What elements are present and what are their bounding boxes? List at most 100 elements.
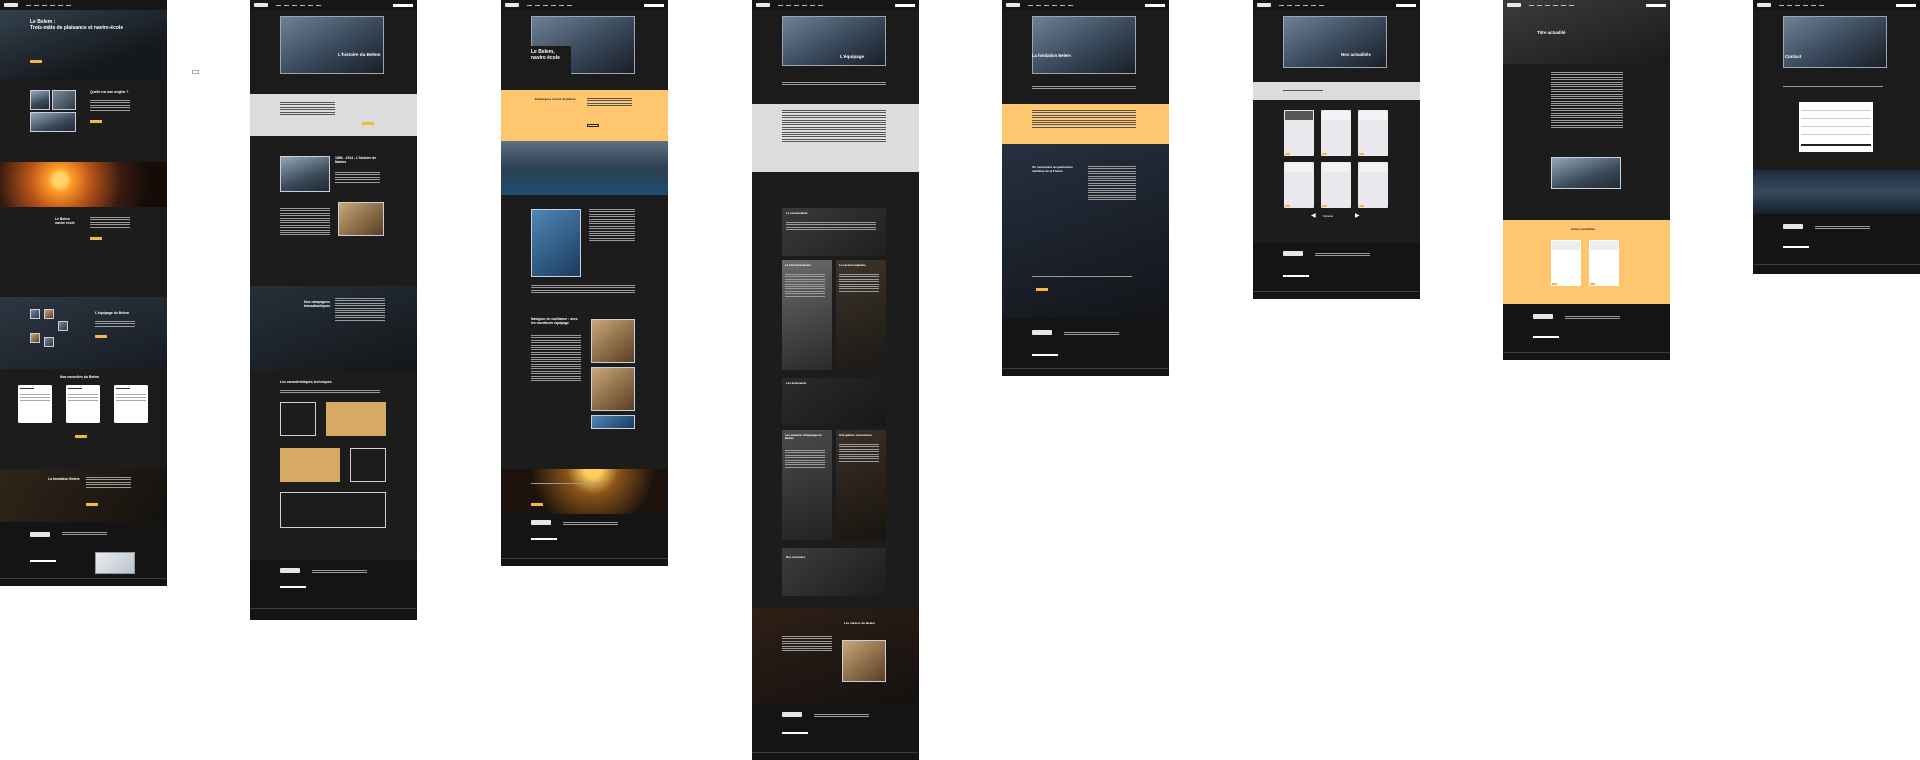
nav-link[interactable] [535, 4, 540, 6]
nav-cta[interactable] [895, 3, 915, 7]
nav-link[interactable] [1537, 4, 1542, 6]
read-more-button[interactable] [86, 503, 98, 506]
nav-link[interactable] [794, 4, 799, 6]
newsletter-input[interactable] [782, 732, 808, 734]
nav-link[interactable] [1529, 4, 1534, 6]
nav-link[interactable] [1279, 4, 1284, 6]
crew-section: L'équipage du Belem [0, 297, 167, 369]
nav-link[interactable] [316, 4, 321, 6]
nav-cta[interactable] [393, 3, 413, 7]
newsletter-input[interactable] [1783, 246, 1809, 248]
nav-link[interactable] [810, 4, 815, 6]
nav-link[interactable] [1811, 4, 1816, 6]
belem-logo[interactable] [1257, 3, 1271, 7]
nav-link[interactable] [1303, 4, 1308, 6]
nav-link[interactable] [292, 4, 297, 6]
nav-link[interactable] [1561, 4, 1566, 6]
nav-link[interactable] [1044, 4, 1049, 6]
nav-link[interactable] [66, 4, 71, 6]
nav-link[interactable] [1545, 4, 1550, 6]
nav-link[interactable] [778, 4, 783, 6]
read-more-button[interactable] [531, 503, 543, 506]
news-card[interactable] [1284, 162, 1314, 208]
news-card[interactable] [66, 385, 100, 423]
read-more-button[interactable] [587, 124, 599, 127]
nav-link[interactable] [527, 4, 532, 6]
nav-link[interactable] [34, 4, 39, 6]
nav-link[interactable] [300, 4, 305, 6]
nav-cta[interactable] [1896, 3, 1916, 7]
pagination-label[interactable]: Suivante [1323, 215, 1333, 218]
nav-link[interactable] [1036, 4, 1041, 6]
nav-link[interactable] [1795, 4, 1800, 6]
read-more-button[interactable] [95, 335, 107, 338]
text-block [531, 483, 601, 484]
nav-link[interactable] [1068, 4, 1073, 6]
contact-form[interactable] [1799, 102, 1873, 152]
all-news-button[interactable] [75, 435, 87, 438]
nav-link[interactable] [42, 4, 47, 6]
newsletter-input[interactable] [30, 560, 56, 562]
news-card[interactable] [1358, 162, 1388, 208]
news-card[interactable] [1284, 110, 1314, 156]
nav-link[interactable] [1569, 4, 1574, 6]
nav-link[interactable] [1319, 4, 1324, 6]
nav-link[interactable] [559, 4, 564, 6]
belem-logo[interactable] [1006, 3, 1020, 7]
nav-link[interactable] [1311, 4, 1316, 6]
location-map[interactable] [95, 552, 135, 574]
nav-link[interactable] [1028, 4, 1033, 6]
read-more-button[interactable] [90, 237, 102, 240]
nav-cta[interactable] [644, 3, 664, 7]
nav-cta[interactable] [1646, 3, 1666, 7]
news-card[interactable] [114, 385, 148, 423]
belem-logo[interactable] [505, 3, 519, 7]
nav-link[interactable] [1052, 4, 1057, 6]
hero-button[interactable] [30, 60, 42, 63]
newsletter-input[interactable] [1283, 275, 1309, 277]
nav-cta[interactable] [1145, 3, 1165, 7]
nav-link[interactable] [802, 4, 807, 6]
nav-link[interactable] [818, 4, 823, 6]
newsletter-input[interactable] [280, 586, 306, 588]
nav-cta[interactable] [1396, 3, 1416, 7]
belem-logo[interactable] [4, 3, 18, 7]
news-card[interactable] [1321, 110, 1351, 156]
news-card[interactable] [1551, 240, 1581, 286]
news-card[interactable] [1589, 240, 1619, 286]
nav-link[interactable] [276, 4, 281, 6]
previous-arrow-icon[interactable]: ◀ [1311, 212, 1316, 219]
nav-link[interactable] [786, 4, 791, 6]
nav-link[interactable] [1803, 4, 1808, 6]
nav-link[interactable] [26, 4, 31, 6]
read-more-button[interactable] [1036, 288, 1048, 291]
nav-link[interactable] [1779, 4, 1784, 6]
nav-link[interactable] [284, 4, 289, 6]
crew-portrait [58, 321, 68, 331]
nav-link[interactable] [1553, 4, 1558, 6]
nav-link[interactable] [1287, 4, 1292, 6]
news-card[interactable] [18, 385, 52, 423]
read-more-button[interactable] [362, 122, 374, 125]
nav-link[interactable] [567, 4, 572, 6]
nav-link[interactable] [551, 4, 556, 6]
belem-logo[interactable] [1757, 3, 1771, 7]
news-card[interactable] [1358, 110, 1388, 156]
news-card[interactable] [1321, 162, 1351, 208]
read-more-button[interactable] [90, 120, 102, 123]
nav-link[interactable] [1787, 4, 1792, 6]
nav-link[interactable] [1060, 4, 1065, 6]
nav-link[interactable] [1819, 4, 1824, 6]
nav-link[interactable] [543, 4, 548, 6]
nav-link[interactable] [308, 4, 313, 6]
belem-logo[interactable] [254, 3, 268, 7]
newsletter-input[interactable] [1533, 336, 1559, 338]
belem-logo[interactable] [1507, 3, 1521, 7]
newsletter-input[interactable] [531, 538, 557, 540]
next-arrow-icon[interactable]: ▶ [1355, 212, 1360, 219]
nav-link[interactable] [58, 4, 63, 6]
newsletter-input[interactable] [1032, 354, 1058, 356]
belem-logo[interactable] [756, 3, 770, 7]
nav-link[interactable] [1295, 4, 1300, 6]
nav-link[interactable] [50, 4, 55, 6]
